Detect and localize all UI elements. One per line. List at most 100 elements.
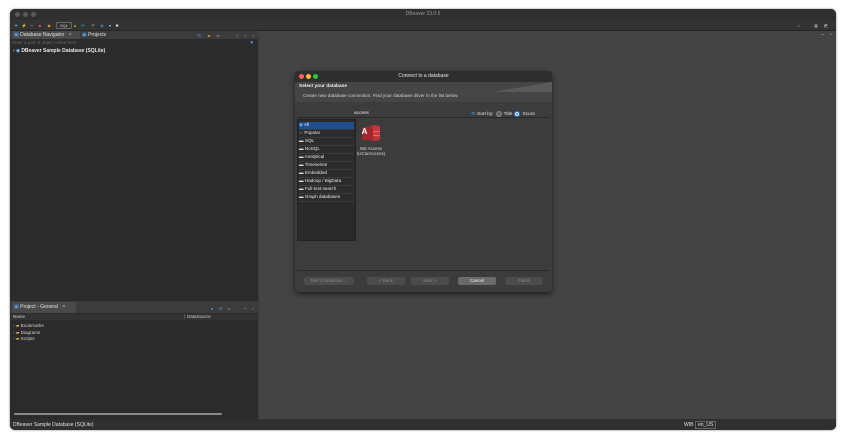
category-label: Graph databases xyxy=(304,194,341,199)
main-toolbar: ✚ ⚡ ✂ ■ ◆ SQL ▲ ⟳ ↶ ◈ ▾ ✱ ⌕ ▦ ◩ xyxy=(10,20,836,31)
tree-item-sample-database[interactable]: › ◆ DBeaver Sample Database (SQLite) xyxy=(13,48,105,54)
category-analytical[interactable]: ▬ Analytical xyxy=(299,154,354,162)
category-label: Full-text search xyxy=(304,186,337,191)
navigator-filter-input[interactable]: Enter a part of object name here ▼ xyxy=(12,40,256,46)
category-sql[interactable]: ▬ SQL xyxy=(299,138,354,146)
maximize-view-icon[interactable]: ▫ xyxy=(250,305,256,311)
link-with-editor-icon[interactable]: ⇄ xyxy=(226,305,232,311)
search-icon[interactable]: ⌕ xyxy=(796,22,802,28)
expand-chevron-icon[interactable]: › xyxy=(13,323,15,328)
status-locale[interactable]: en_US xyxy=(695,421,717,429)
database-icon[interactable]: ◆ xyxy=(46,22,52,28)
dropdown-chevron-icon[interactable]: ▾ xyxy=(107,22,113,28)
disconnect-icon[interactable]: ✂ xyxy=(29,22,35,28)
rollback-icon[interactable]: ↶ xyxy=(90,22,96,28)
category-label: Popular xyxy=(304,130,321,135)
title-bar: DBeaver 23.0.5 xyxy=(10,9,836,20)
category-all[interactable]: ◉ All xyxy=(299,122,354,130)
star-icon: ☆ xyxy=(299,130,304,135)
expand-chevron-icon[interactable]: › xyxy=(13,330,15,335)
refresh-icon[interactable]: ⟳ xyxy=(218,305,224,311)
folder-icon: ▬ xyxy=(299,178,304,183)
collapse-all-icon[interactable]: ⊟ xyxy=(196,32,202,38)
category-graph-databases[interactable]: ▬ Graph databases xyxy=(299,194,354,202)
clear-search-icon[interactable]: ⟲ xyxy=(471,112,475,117)
dialog-subtitle: Create new database connection. Find you… xyxy=(303,93,459,98)
expand-chevron-icon[interactable]: › xyxy=(13,336,15,341)
new-connection-icon[interactable]: ✚ xyxy=(13,22,19,28)
perspective-icon[interactable]: ▦ xyxy=(813,22,819,28)
tab-projects[interactable]: ▣ Projects xyxy=(82,31,122,39)
category-label: SQL xyxy=(304,138,315,143)
back-button[interactable]: < Back xyxy=(367,277,405,285)
column-datasource[interactable]: DataSource xyxy=(184,314,211,319)
separator xyxy=(297,270,550,271)
folder-icon: ▰ xyxy=(15,336,20,341)
driver-tile-ms-access[interactable]: A MS Access (UCanAccess) xyxy=(356,123,386,156)
maximize-editor-icon[interactable]: ▫ xyxy=(830,32,832,38)
category-popular[interactable]: ☆ Popular xyxy=(299,130,354,138)
access-logo-letter: A xyxy=(361,127,368,136)
folder-icon: ▬ xyxy=(299,138,304,143)
category-embedded[interactable]: ▬ Embedded xyxy=(299,170,354,178)
finish-button[interactable]: Finish xyxy=(505,277,543,285)
category-hadoop-bigdata[interactable]: ▬ Hadoop / BigData xyxy=(299,178,354,186)
view-menu-icon[interactable]: ⋮ xyxy=(234,305,240,311)
minimize-view-icon[interactable]: − xyxy=(242,305,248,311)
sort-title-label: Title xyxy=(503,111,513,117)
status-active-datasource: DBeaver Sample Database (SQLite) xyxy=(13,422,94,428)
view-menu-icon[interactable]: ⋮ xyxy=(234,32,240,38)
tree-item-scripts[interactable]: › ▰ Scripts xyxy=(13,336,44,343)
next-button[interactable]: Next > xyxy=(411,277,449,285)
tab-database-navigator[interactable]: ▣ Database Navigator × xyxy=(12,31,80,39)
folder-icon: ▬ xyxy=(299,170,304,175)
project-tab-bar: ▣ Project - General × ● ⟳ ⇄ ⋮ − ▫ xyxy=(10,302,258,313)
minimize-editor-icon[interactable]: − xyxy=(821,32,824,38)
category-timeseries[interactable]: ▬ Timeseries xyxy=(299,162,354,170)
commit-icon[interactable]: ▲ xyxy=(72,22,78,28)
filter-placeholder: Enter a part of object name here xyxy=(12,40,77,45)
folder-icon: ▬ xyxy=(299,154,304,159)
folder-icon: ▬ xyxy=(299,194,304,199)
configure-icon[interactable]: ● xyxy=(209,305,215,311)
close-dialog-button[interactable] xyxy=(299,74,304,79)
minimize-dialog-button[interactable] xyxy=(306,74,311,79)
new-folder-icon[interactable]: ▰ xyxy=(206,32,212,38)
category-label: Hadoop / BigData xyxy=(304,178,342,183)
sql-editor-button[interactable]: SQL xyxy=(56,22,72,29)
close-tab-icon[interactable]: × xyxy=(62,304,65,310)
category-full-text-search[interactable]: ▬ Full-text search xyxy=(299,186,354,194)
sort-label: Sort by: xyxy=(477,111,494,117)
tab-label: Database Navigator xyxy=(20,32,65,38)
tab-label: Project - General xyxy=(20,304,58,310)
folder-icon: ▬ xyxy=(299,146,304,151)
dialog-heading: Select your database xyxy=(299,84,347,89)
separator xyxy=(297,117,550,118)
zoom-dialog-button[interactable] xyxy=(313,74,318,79)
filter-icon[interactable]: ▼ xyxy=(250,40,254,45)
cancel-button[interactable]: Cancel xyxy=(458,277,496,285)
transaction-icon[interactable]: ⟳ xyxy=(80,22,86,28)
tree-item-label: Diagrams xyxy=(20,329,41,335)
horizontal-scrollbar[interactable] xyxy=(14,413,222,415)
open-perspective-icon[interactable]: ◩ xyxy=(823,22,829,28)
category-label: NoSQL xyxy=(304,146,320,151)
stop-icon[interactable]: ■ xyxy=(37,22,43,28)
dialog-title-bar: Connect to a database xyxy=(295,71,552,82)
connect-icon[interactable]: ⚡ xyxy=(21,22,27,28)
pin-icon[interactable]: ✱ xyxy=(114,22,120,28)
tab-project-general[interactable]: ▣ Project - General × xyxy=(12,302,76,313)
driver-search-input[interactable]: access xyxy=(354,111,369,116)
expand-chevron-icon[interactable]: › xyxy=(13,48,15,54)
tree-item-label: Scripts xyxy=(20,336,35,341)
minimize-view-icon[interactable]: − xyxy=(242,32,248,38)
test-connection-button[interactable]: Test Connection ... xyxy=(304,277,354,285)
schema-icon[interactable]: ◈ xyxy=(99,22,105,28)
database-navigator-pane: ▣ Database Navigator × ▣ Projects ⊟ ▰ ⇄ … xyxy=(10,31,258,301)
category-nosql[interactable]: ▬ NoSQL xyxy=(299,146,354,154)
close-tab-icon[interactable]: × xyxy=(69,32,72,38)
maximize-view-icon[interactable]: ▫ xyxy=(250,32,256,38)
column-name[interactable]: Name xyxy=(13,314,25,319)
sqlite-icon: ◆ xyxy=(16,48,20,54)
link-icon[interactable]: ⇄ xyxy=(215,32,221,38)
